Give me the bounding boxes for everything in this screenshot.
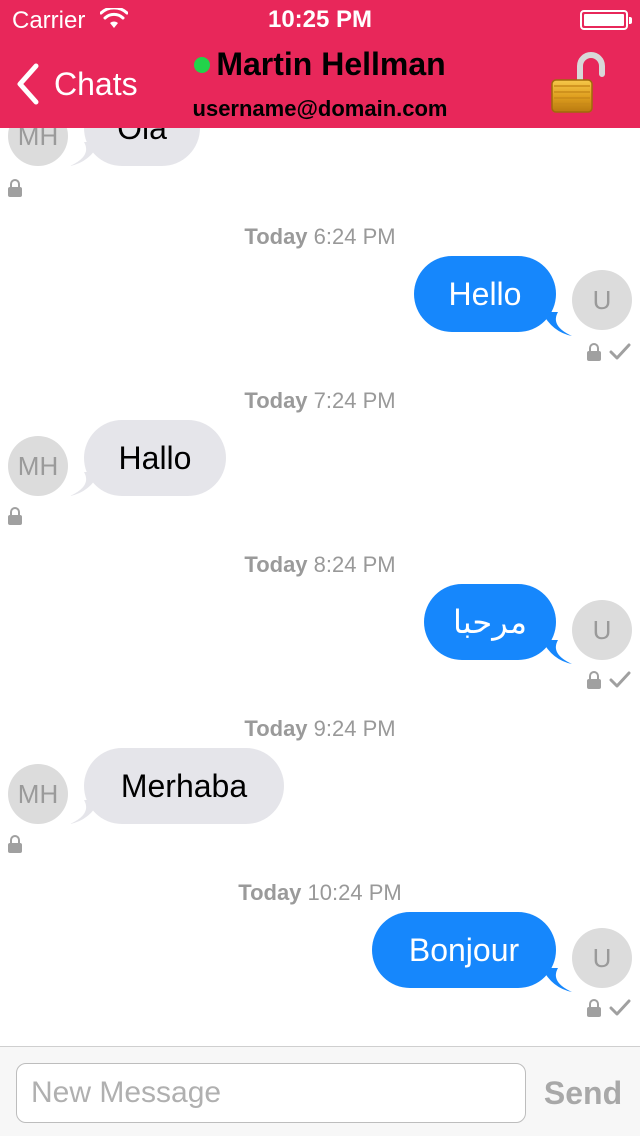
contact-subtitle: username@domain.com <box>192 96 448 121</box>
lock-icon <box>8 835 22 853</box>
unlocked-padlock-icon[interactable] <box>550 52 606 116</box>
timestamp: Today 7:24 PM <box>244 388 396 413</box>
lock-icon <box>587 343 601 361</box>
contact-name: Martin Hellman <box>216 46 446 82</box>
contact-avatar: MH <box>8 764 68 824</box>
message-composer: Send <box>0 1046 640 1136</box>
checkmark-icon <box>609 343 631 360</box>
user-avatar: U <box>572 270 632 330</box>
bubble-tail <box>542 968 572 992</box>
message-bubble-incoming[interactable]: Hallo <box>84 420 226 496</box>
lock-icon <box>8 507 22 525</box>
battery-icon <box>580 10 632 30</box>
status-bar: Carrier 10:25 PM <box>0 0 640 40</box>
chat-title: Martin Hellman <box>0 46 640 83</box>
message-list[interactable]: MH Ola Today 6:24 PM Hello U Today 7:24 … <box>0 128 640 1046</box>
timestamp: Today 10:24 PM <box>238 880 402 905</box>
message-bubble-outgoing[interactable]: Bonjour <box>372 912 556 988</box>
checkmark-icon <box>609 999 631 1016</box>
checkmark-icon <box>609 671 631 688</box>
contact-avatar: MH <box>8 436 68 496</box>
message-bubble-incoming[interactable]: Merhaba <box>84 748 284 824</box>
online-status-dot <box>194 56 211 73</box>
timestamp: Today 9:24 PM <box>244 716 396 741</box>
lock-icon <box>587 999 601 1017</box>
message-bubble-outgoing[interactable]: Hello <box>414 256 556 332</box>
message-bubble-outgoing[interactable]: مرحبا <box>424 584 556 660</box>
message-bubble-incoming[interactable]: Ola <box>84 128 200 166</box>
lock-icon <box>587 671 601 689</box>
new-message-input[interactable] <box>16 1063 526 1123</box>
navigation-header: Carrier 10:25 PM Chats Martin Hellman us… <box>0 0 640 128</box>
timestamp: Today 8:24 PM <box>244 552 396 577</box>
user-avatar: U <box>572 600 632 660</box>
status-time: 10:25 PM <box>267 6 373 33</box>
lock-icon <box>8 179 22 197</box>
bubble-tail <box>542 312 572 336</box>
user-avatar: U <box>572 928 632 988</box>
timestamp: Today 6:24 PM <box>244 224 396 249</box>
contact-avatar: MH <box>8 128 68 166</box>
bubble-tail <box>542 640 572 664</box>
send-button[interactable]: Send <box>536 1063 630 1123</box>
